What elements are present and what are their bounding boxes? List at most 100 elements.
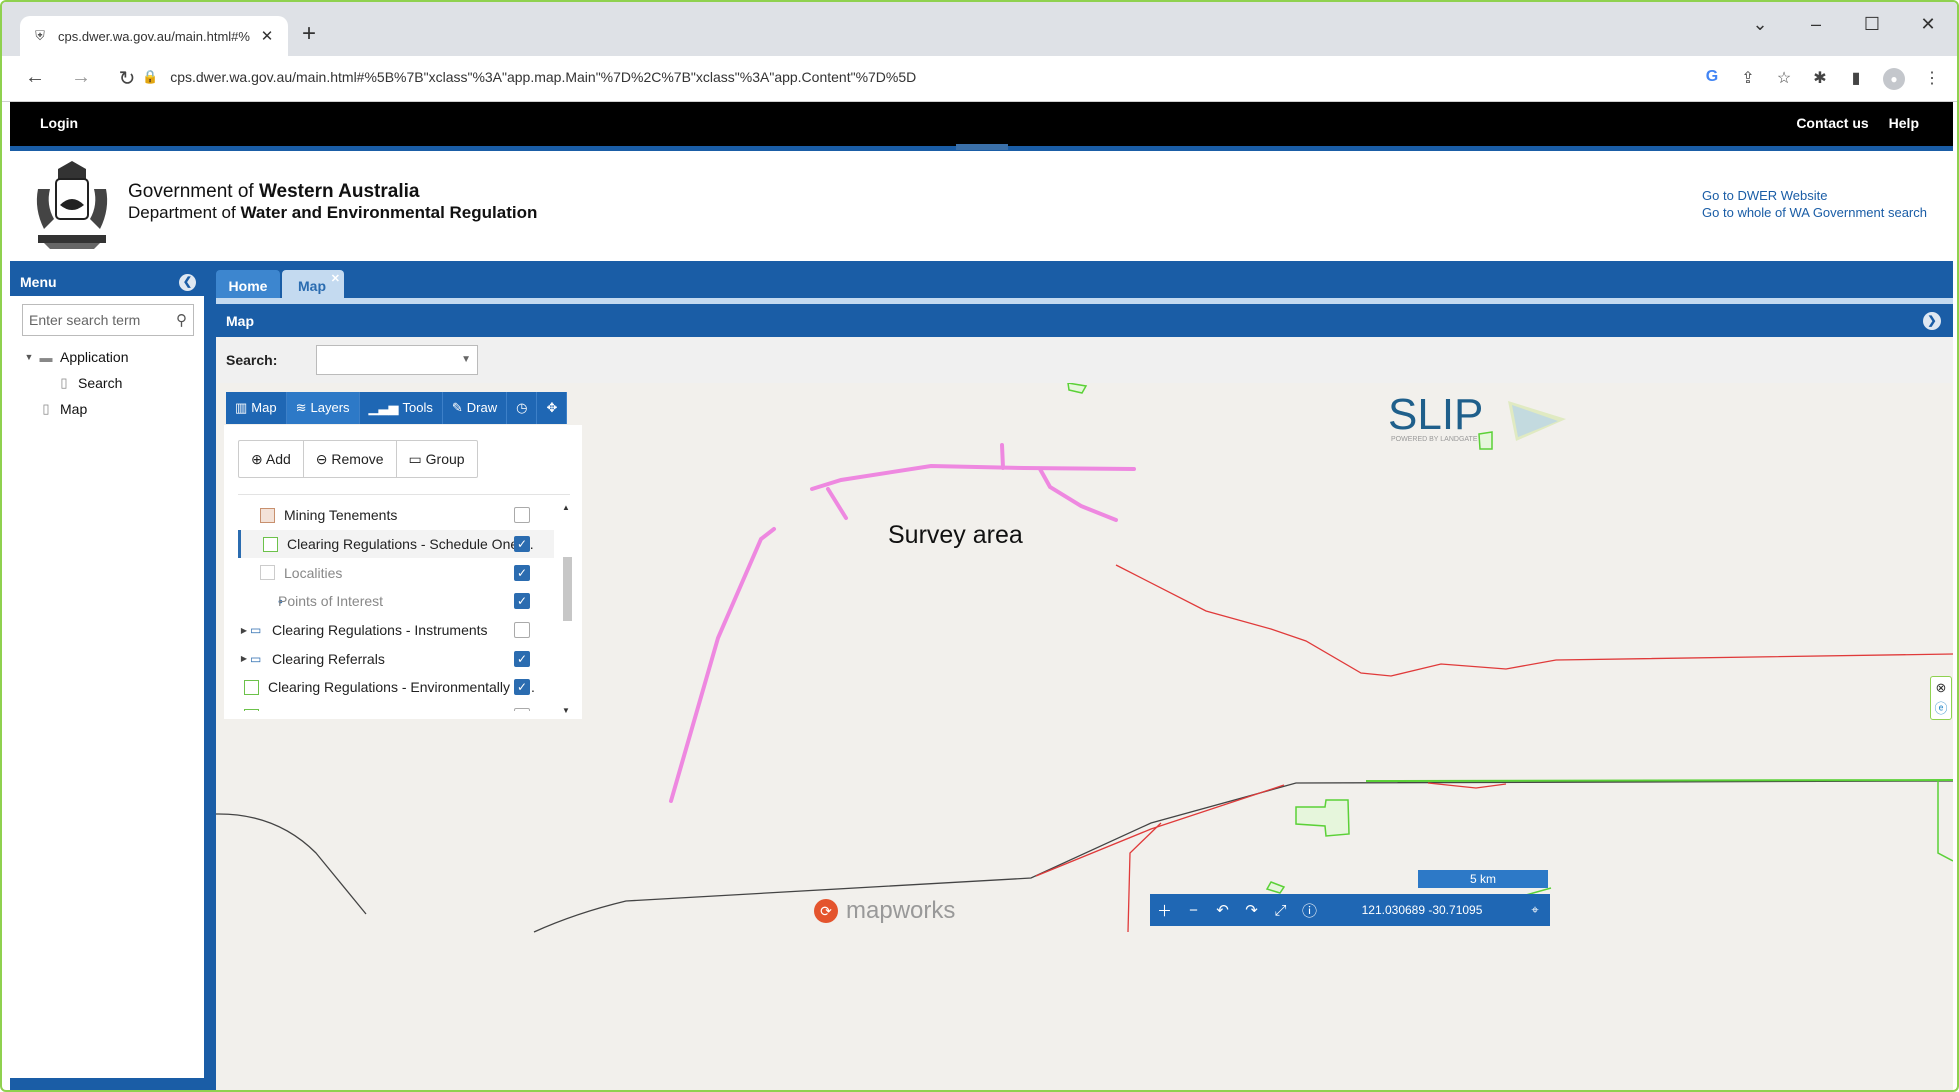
folder-icon: ▭ [250,651,262,666]
map-search-combobox[interactable]: ▼ [316,345,478,375]
info-icon[interactable]: ⓘ [1295,900,1324,921]
tools-tool-button[interactable]: ▁▃▅ Tools [360,392,443,424]
minimize-button[interactable]: – [1801,14,1831,35]
layer-visibility-checkbox[interactable]: ✓ [514,564,530,581]
tree-item-label: Map [60,401,88,417]
map-tool-label: Map [251,400,277,415]
tab-home[interactable]: Home [216,270,280,298]
edit-circle-icon[interactable]: ⓔ [1931,698,1951,719]
lock-icon[interactable]: 🔒 [142,69,158,85]
expand-arrow-icon[interactable]: ▶ [238,654,250,663]
close-tab-icon[interactable]: ✕ [258,27,276,45]
side-panel-icon[interactable]: ▮ [1847,68,1865,90]
coordinate-readout: 121.030689 -30.71095 [1361,903,1483,917]
layer-row[interactable]: Localities ✓ [238,558,554,587]
extensions-icon[interactable]: ✱ [1811,68,1829,90]
site-favicon-icon: ⛨ [35,28,45,43]
full-extent-icon[interactable]: ⤢ [1266,902,1295,919]
page-icon: ▯ [42,401,50,416]
layer-visibility-checkbox[interactable] [514,622,530,639]
undo-icon[interactable]: ↶ [1208,901,1237,919]
scrollbar-thumb[interactable] [563,557,572,621]
layer-visibility-checkbox[interactable]: ✓ [514,679,530,696]
chevron-down-icon[interactable]: ▼ [461,354,471,365]
reload-icon[interactable]: ↻ [116,66,138,91]
map-canvas[interactable]: ▥ Map ≋ Layers ▁▃▅ Tools ✎ Draw ◷ ✥ ⊕ Add ⊖ … [216,383,1953,1090]
menu-search-input[interactable]: Enter search term ⚲ [22,304,194,336]
zoom-in-icon[interactable]: ＋ [1150,900,1179,921]
layer-row[interactable]: ▶ ▭ Clearing Referrals ✓ [238,644,554,673]
red-boundary-line [1427,782,1507,789]
layer-visibility-checkbox[interactable]: ✓ [514,593,530,610]
bookmark-star-icon[interactable]: ☆ [1775,68,1793,90]
browser-tab[interactable]: ⛨ cps.dwer.wa.gov.au/main.html#% ✕ [20,16,288,56]
layer-list: Mining Tenements Clearing Regulations - S… [238,501,554,711]
close-window-button[interactable]: ✕ [1913,14,1943,35]
pencil-icon: ✎ [451,400,463,415]
menu-title: Menu [20,274,57,290]
add-layer-button[interactable]: ⊕ Add [239,441,304,477]
collapse-menu-icon[interactable]: ❮ [179,274,196,291]
expand-arrow-icon[interactable]: ▶ [238,626,250,635]
tab-map[interactable]: Map ✕ [282,270,344,298]
scroll-up-icon[interactable]: ▲ [562,503,570,512]
layer-row[interactable]: ▶ ▭ Clearing Regulations - Instruments [238,616,554,645]
zoom-out-icon[interactable]: − [1179,902,1208,919]
url-field[interactable]: 🔒 cps.dwer.wa.gov.au/main.html#%5B%7B"xc… [142,69,916,85]
draw-tool-button[interactable]: ✎ Draw [443,392,508,424]
login-link[interactable]: Login [40,115,78,131]
map-nav-bar: ＋ − ↶ ↷ ⤢ ⓘ 121.030689 -30.71095 ⌖ [1150,894,1550,926]
redo-icon[interactable]: ↷ [1237,901,1266,919]
layer-row[interactable]: • Points of Interest ✓ [238,587,554,616]
tree-item-application[interactable]: ▼ ▬ Application [10,344,204,370]
expand-arrow-icon[interactable]: ▼ [22,352,36,362]
tree-item-label: Search [78,375,123,391]
layer-list-scrollbar[interactable]: ▲ ▼ [560,501,574,715]
sidebar-menu: Menu ❮ Enter search term ⚲ ▼ ▬ Applicati… [10,268,204,1090]
dwer-website-link[interactable]: Go to DWER Website [1702,187,1927,204]
tree-item-map[interactable]: ▯ Map [10,396,204,422]
header-collapse-handle[interactable] [956,144,1008,150]
map-search-row: Search: ▼ [216,337,1953,383]
group-layer-button[interactable]: ▭ Group [397,441,477,477]
layer-visibility-checkbox[interactable]: ✓ [514,650,530,667]
map-tool-button[interactable]: ▥ Map [226,392,287,424]
layer-row[interactable]: Local Government Authority [238,702,554,711]
close-tab-icon[interactable]: ✕ [331,272,340,285]
help-link[interactable]: Help [1889,115,1919,131]
layer-row[interactable]: Mining Tenements [238,501,554,530]
layers-tool-button[interactable]: ≋ Layers [286,392,360,424]
menu-header: Menu ❮ [10,268,204,296]
layer-row[interactable]: Clearing Regulations - Schedule One ... ✓ [238,529,554,559]
locate-icon[interactable]: ⌖ [1520,902,1550,918]
group-layer-label: Group [425,451,465,467]
info-tool-button[interactable]: ◷ [507,392,538,424]
layer-name: Points of Interest [278,593,384,610]
maximize-button[interactable]: ☐ [1857,14,1887,35]
layer-visibility-checkbox[interactable] [514,507,530,524]
search-icon[interactable]: ⚲ [176,311,187,329]
tree-item-search[interactable]: ▯ Search [10,370,204,396]
wa-crest-logo [36,161,108,249]
gov-line1-prefix: Government of [128,181,259,202]
tab-search-icon[interactable]: ⌄ [1745,14,1775,35]
close-circle-icon[interactable]: ⊗ [1931,677,1951,698]
contact-us-link[interactable]: Contact us [1796,115,1868,131]
layer-visibility-checkbox[interactable]: ✓ [514,536,530,553]
new-tab-button[interactable]: + [302,20,316,48]
scroll-down-icon[interactable]: ▼ [562,706,570,715]
top-bar-links: Contact us Help [1796,115,1919,131]
wa-gov-search-link[interactable]: Go to whole of WA Government search [1702,204,1927,221]
layer-visibility-checkbox[interactable] [514,708,530,711]
government-title: Government of Western Australia Departme… [128,181,537,223]
remove-layer-button[interactable]: ⊖ Remove [304,441,397,477]
back-icon[interactable]: ← [24,66,46,91]
expand-panel-icon[interactable]: ❯ [1923,312,1941,330]
fullscreen-tool-button[interactable]: ✥ [537,392,568,424]
forward-icon[interactable]: → [70,66,92,91]
google-icon[interactable]: G [1703,68,1721,90]
profile-avatar-icon[interactable]: ● [1883,68,1905,90]
layer-row[interactable]: Clearing Regulations - Environmentally S… [238,673,554,702]
share-icon[interactable]: ⇪ [1739,68,1757,90]
browser-menu-icon[interactable]: ⋮ [1923,68,1941,90]
